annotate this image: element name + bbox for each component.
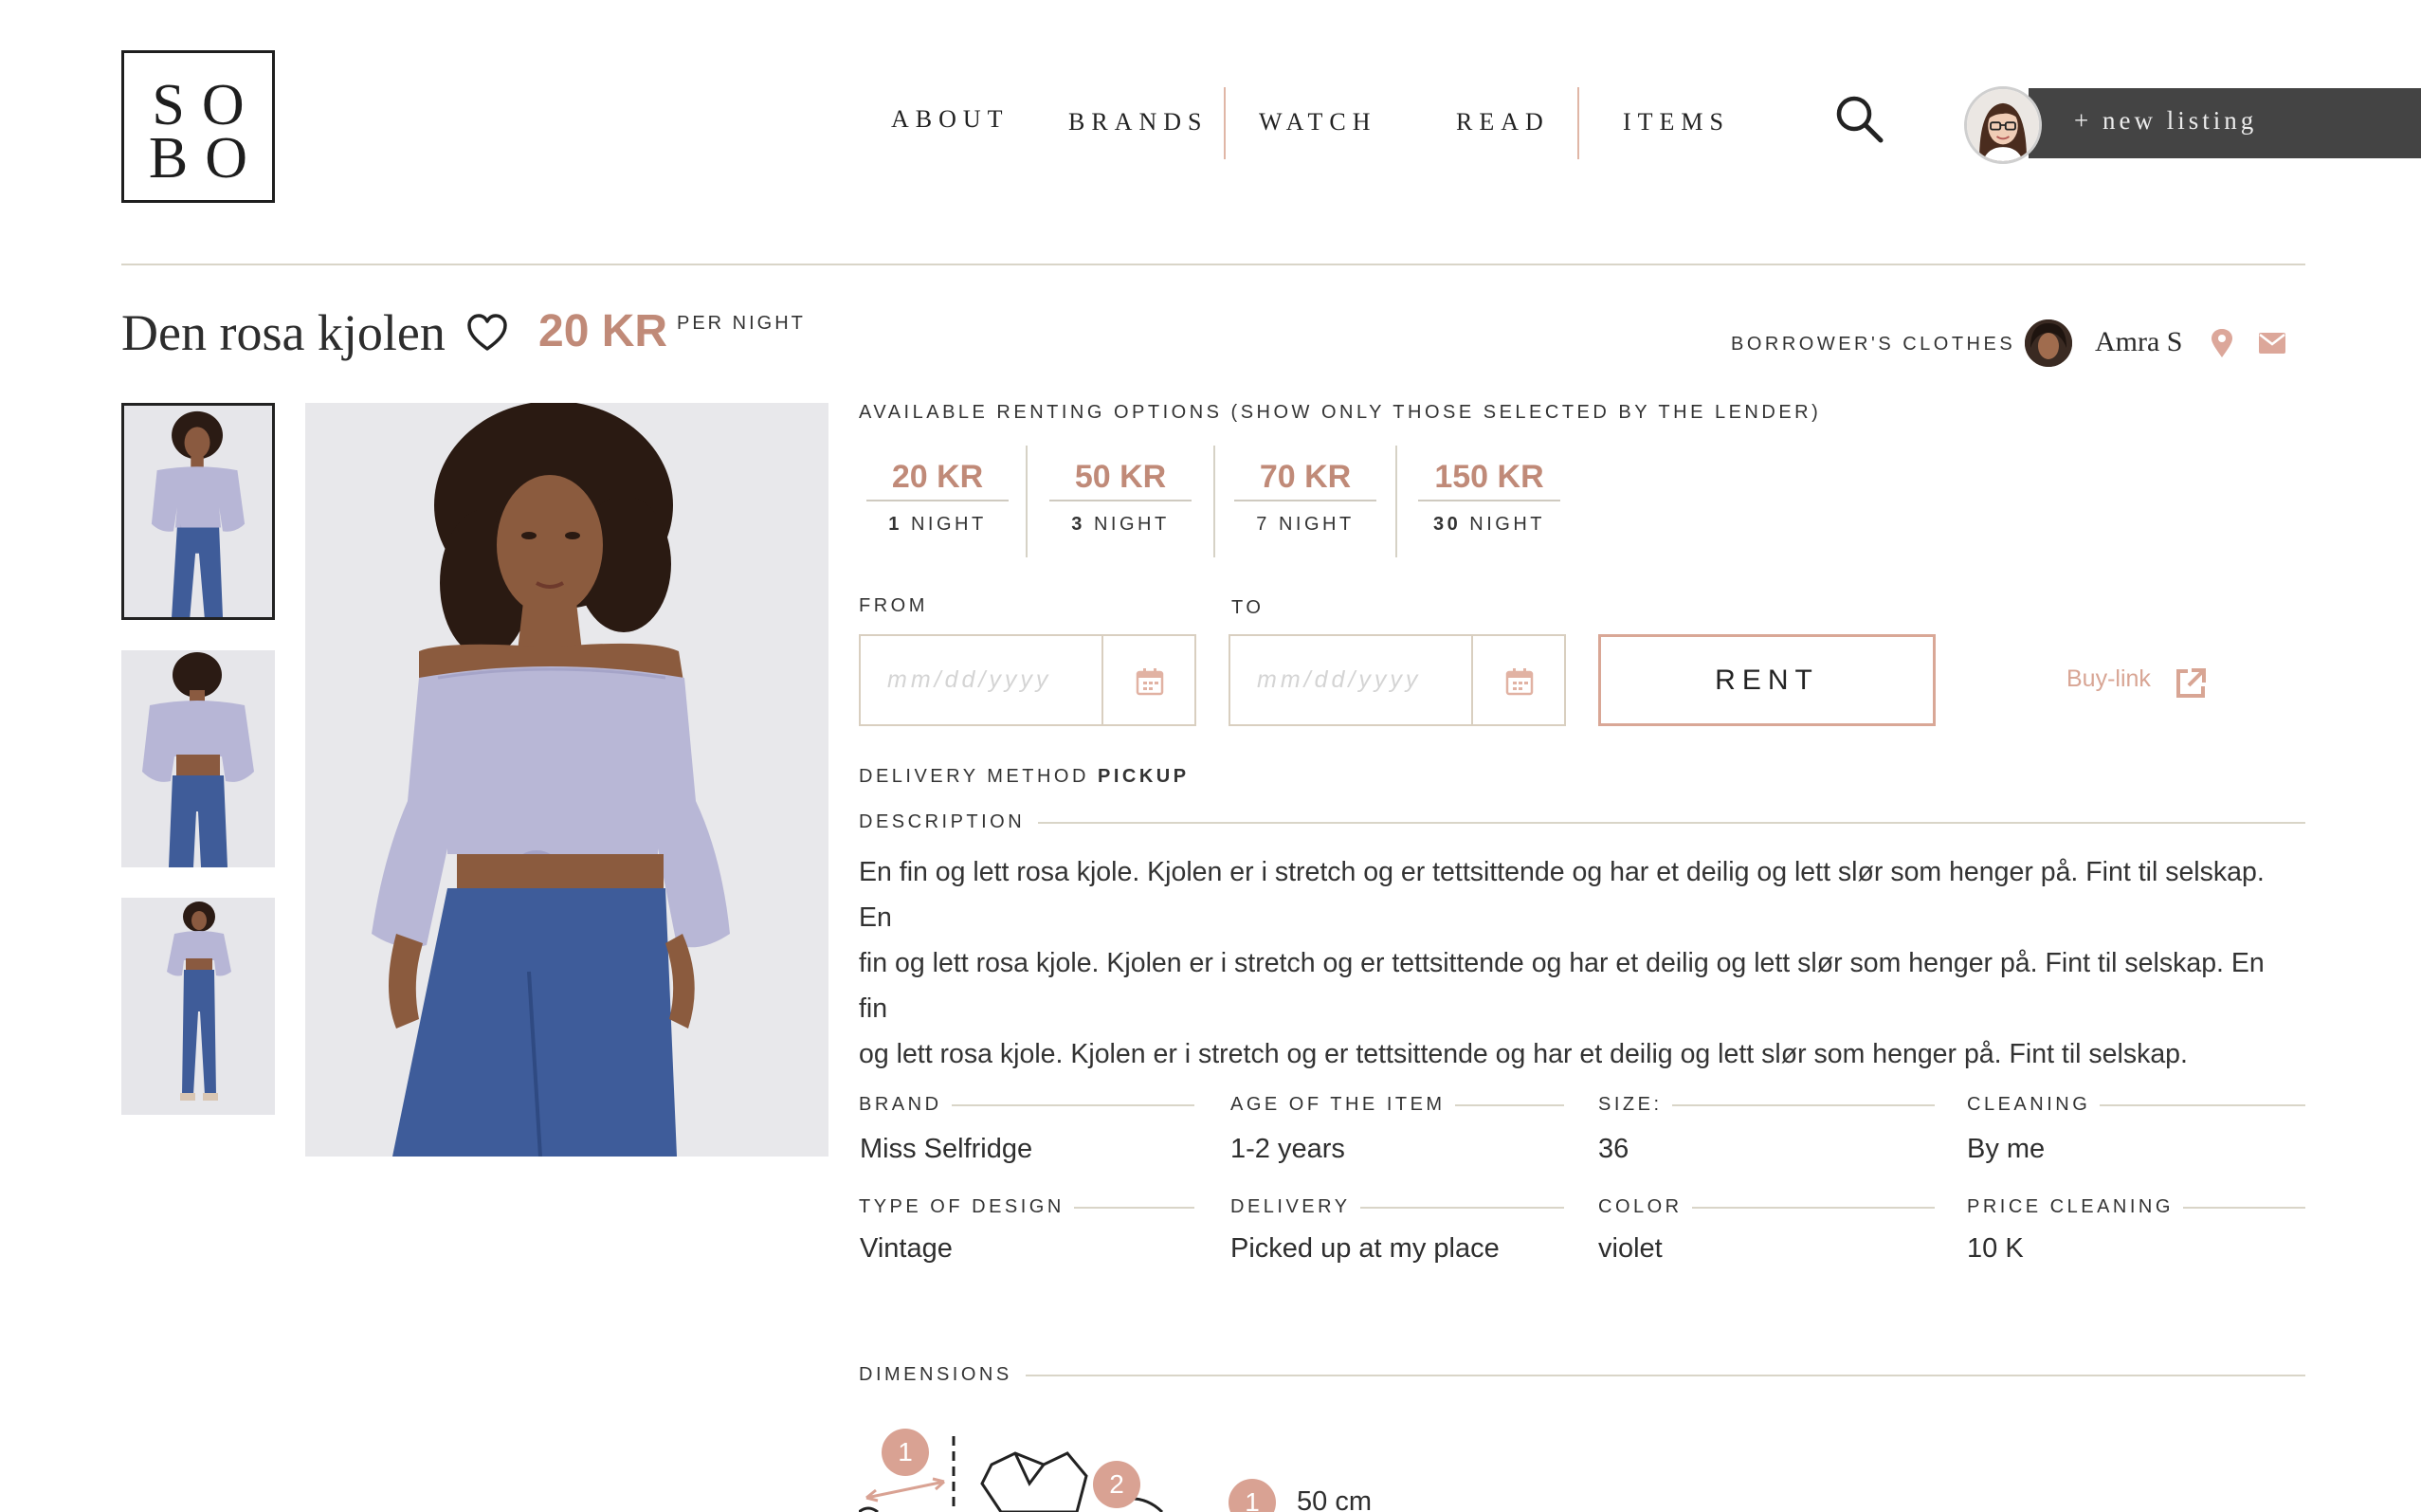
from-date-placeholder: mm/dd/yyyy <box>887 666 1052 693</box>
rent-button[interactable]: RENT <box>1598 634 1936 726</box>
nav-divider <box>1577 87 1579 159</box>
attr-price-cleaning-value: 10 K <box>1967 1233 2024 1264</box>
external-link-icon[interactable] <box>2175 667 2207 700</box>
option-divider <box>1395 446 1397 557</box>
mail-icon[interactable] <box>2258 332 2286 355</box>
attr-brand-label: BRAND <box>859 1094 952 1116</box>
attr-price-cleaning-label: PRICE CLEANING <box>1967 1196 2183 1218</box>
from-label: FROM <box>859 595 928 616</box>
date-input-divider <box>1471 636 1473 724</box>
description-rule <box>1020 822 2305 824</box>
header-divider <box>121 264 2305 265</box>
sobo-logo[interactable]: SO BO <box>121 50 275 203</box>
location-pin-icon[interactable] <box>2209 328 2235 358</box>
renting-options-heading: AVAILABLE RENTING OPTIONS (SHOW ONLY THO… <box>859 402 1822 423</box>
product-title: Den rosa kjolen <box>121 304 446 361</box>
rent-option-3-night[interactable]: 50 KR 3 NIGHT <box>1030 446 1210 557</box>
new-listing-label: + new listing <box>2074 106 2258 135</box>
rent-option-30-night[interactable]: 150 KR 30 NIGHT <box>1399 446 1579 557</box>
calendar-icon[interactable] <box>1136 667 1164 696</box>
rent-option-duration: 3 NIGHT <box>1071 514 1170 535</box>
nav-about[interactable]: ABOUT <box>891 105 1010 134</box>
delivery-method: DELIVERY METHOD PICKUP <box>859 766 1190 788</box>
heart-icon[interactable] <box>466 313 508 353</box>
dimension-marker: 1 <box>882 1429 929 1476</box>
dimensions-rule <box>1020 1375 2305 1376</box>
dimension-legend-value: 50 cm <box>1297 1486 1372 1512</box>
rent-option-underline <box>1049 500 1192 501</box>
description-line: og lett rosa kjole. Kjolen er i stretch … <box>859 1039 2188 1069</box>
calendar-icon[interactable] <box>1505 667 1534 696</box>
attr-cleaning-label: CLEANING <box>1967 1094 2101 1116</box>
attr-size-value: 36 <box>1598 1134 1629 1164</box>
lender-avatar[interactable] <box>2025 319 2072 367</box>
new-listing-button[interactable]: + new listing <box>2029 88 2421 158</box>
product-main-image[interactable] <box>305 403 828 1157</box>
rent-option-price: 150 KR <box>1434 459 1544 495</box>
rent-option-underline <box>1418 500 1560 501</box>
description-line: En fin og lett rosa kjole. Kjolen er i s… <box>859 857 2265 933</box>
description-text: En fin og lett rosa kjole. Kjolen er i s… <box>859 849 2281 1077</box>
attr-age-label: AGE OF THE ITEM <box>1230 1094 1455 1116</box>
attr-age-value: 1-2 years <box>1230 1134 1345 1164</box>
nav-brands[interactable]: BRANDS <box>1068 108 1208 137</box>
user-avatar[interactable] <box>1964 86 2042 164</box>
attr-delivery-label: DELIVERY <box>1230 1196 1360 1218</box>
date-input-divider <box>1101 636 1103 724</box>
description-line: fin og lett rosa kjole. Kjolen er i stre… <box>859 948 2265 1024</box>
delivery-method-label: DELIVERY METHOD <box>859 766 1089 787</box>
from-date-input[interactable]: mm/dd/yyyy <box>859 634 1196 726</box>
nav-items[interactable]: ITEMS <box>1623 108 1730 137</box>
thumbnail-back[interactable] <box>121 650 275 867</box>
dimensions-title: DIMENSIONS <box>859 1364 1026 1386</box>
to-date-placeholder: mm/dd/yyyy <box>1257 666 1422 693</box>
nav-watch[interactable]: WATCH <box>1259 108 1377 137</box>
attr-color-label: COLOR <box>1598 1196 1692 1218</box>
to-label: TO <box>1231 597 1265 618</box>
to-date-input[interactable]: mm/dd/yyyy <box>1229 634 1566 726</box>
attr-design-label: TYPE OF DESIGN <box>859 1196 1074 1218</box>
rent-option-price: 20 KR <box>891 459 984 495</box>
rent-option-duration: 7 NIGHT <box>1256 514 1355 535</box>
nav-read[interactable]: READ <box>1456 108 1550 137</box>
lender-name[interactable]: Amra S <box>2095 326 2183 358</box>
dimension-legend-marker: 1 <box>1229 1479 1276 1512</box>
rent-option-underline <box>1234 500 1376 501</box>
rent-option-7-night[interactable]: 70 KR 7 NIGHT <box>1215 446 1395 557</box>
option-divider <box>1026 446 1028 557</box>
rent-option-price: 50 KR <box>1074 459 1167 495</box>
dimension-marker: 2 <box>1093 1461 1140 1508</box>
attr-brand-value: Miss Selfridge <box>860 1134 1033 1164</box>
rent-option-1-night[interactable]: 20 KR 1 NIGHT <box>847 446 1028 557</box>
rent-option-duration: 30 NIGHT <box>1432 514 1546 535</box>
nav-divider <box>1224 87 1226 159</box>
thumbnail-full[interactable] <box>121 898 275 1115</box>
thumbnail-front[interactable] <box>121 403 275 620</box>
owner-label: BORROWER'S CLOTHES <box>1731 334 2016 355</box>
rent-option-duration: 1 NIGHT <box>888 514 987 535</box>
description-title: DESCRIPTION <box>859 811 1039 833</box>
rent-option-underline <box>866 500 1009 501</box>
search-icon[interactable] <box>1833 93 1886 146</box>
price-unit: PER NIGHT <box>677 313 806 334</box>
delivery-method-value: PICKUP <box>1097 766 1190 787</box>
attr-color-value: violet <box>1598 1233 1663 1264</box>
attr-design-value: Vintage <box>860 1233 953 1264</box>
buy-link[interactable]: Buy-link <box>2066 665 2151 693</box>
logo-line-2: BO <box>148 126 265 191</box>
price: 20 KR <box>538 306 668 356</box>
rent-option-price: 70 KR <box>1259 459 1352 495</box>
attr-delivery-value: Picked up at my place <box>1230 1233 1500 1264</box>
attr-cleaning-value: By me <box>1967 1134 2046 1164</box>
attr-size-label: SIZE: <box>1598 1094 1672 1116</box>
